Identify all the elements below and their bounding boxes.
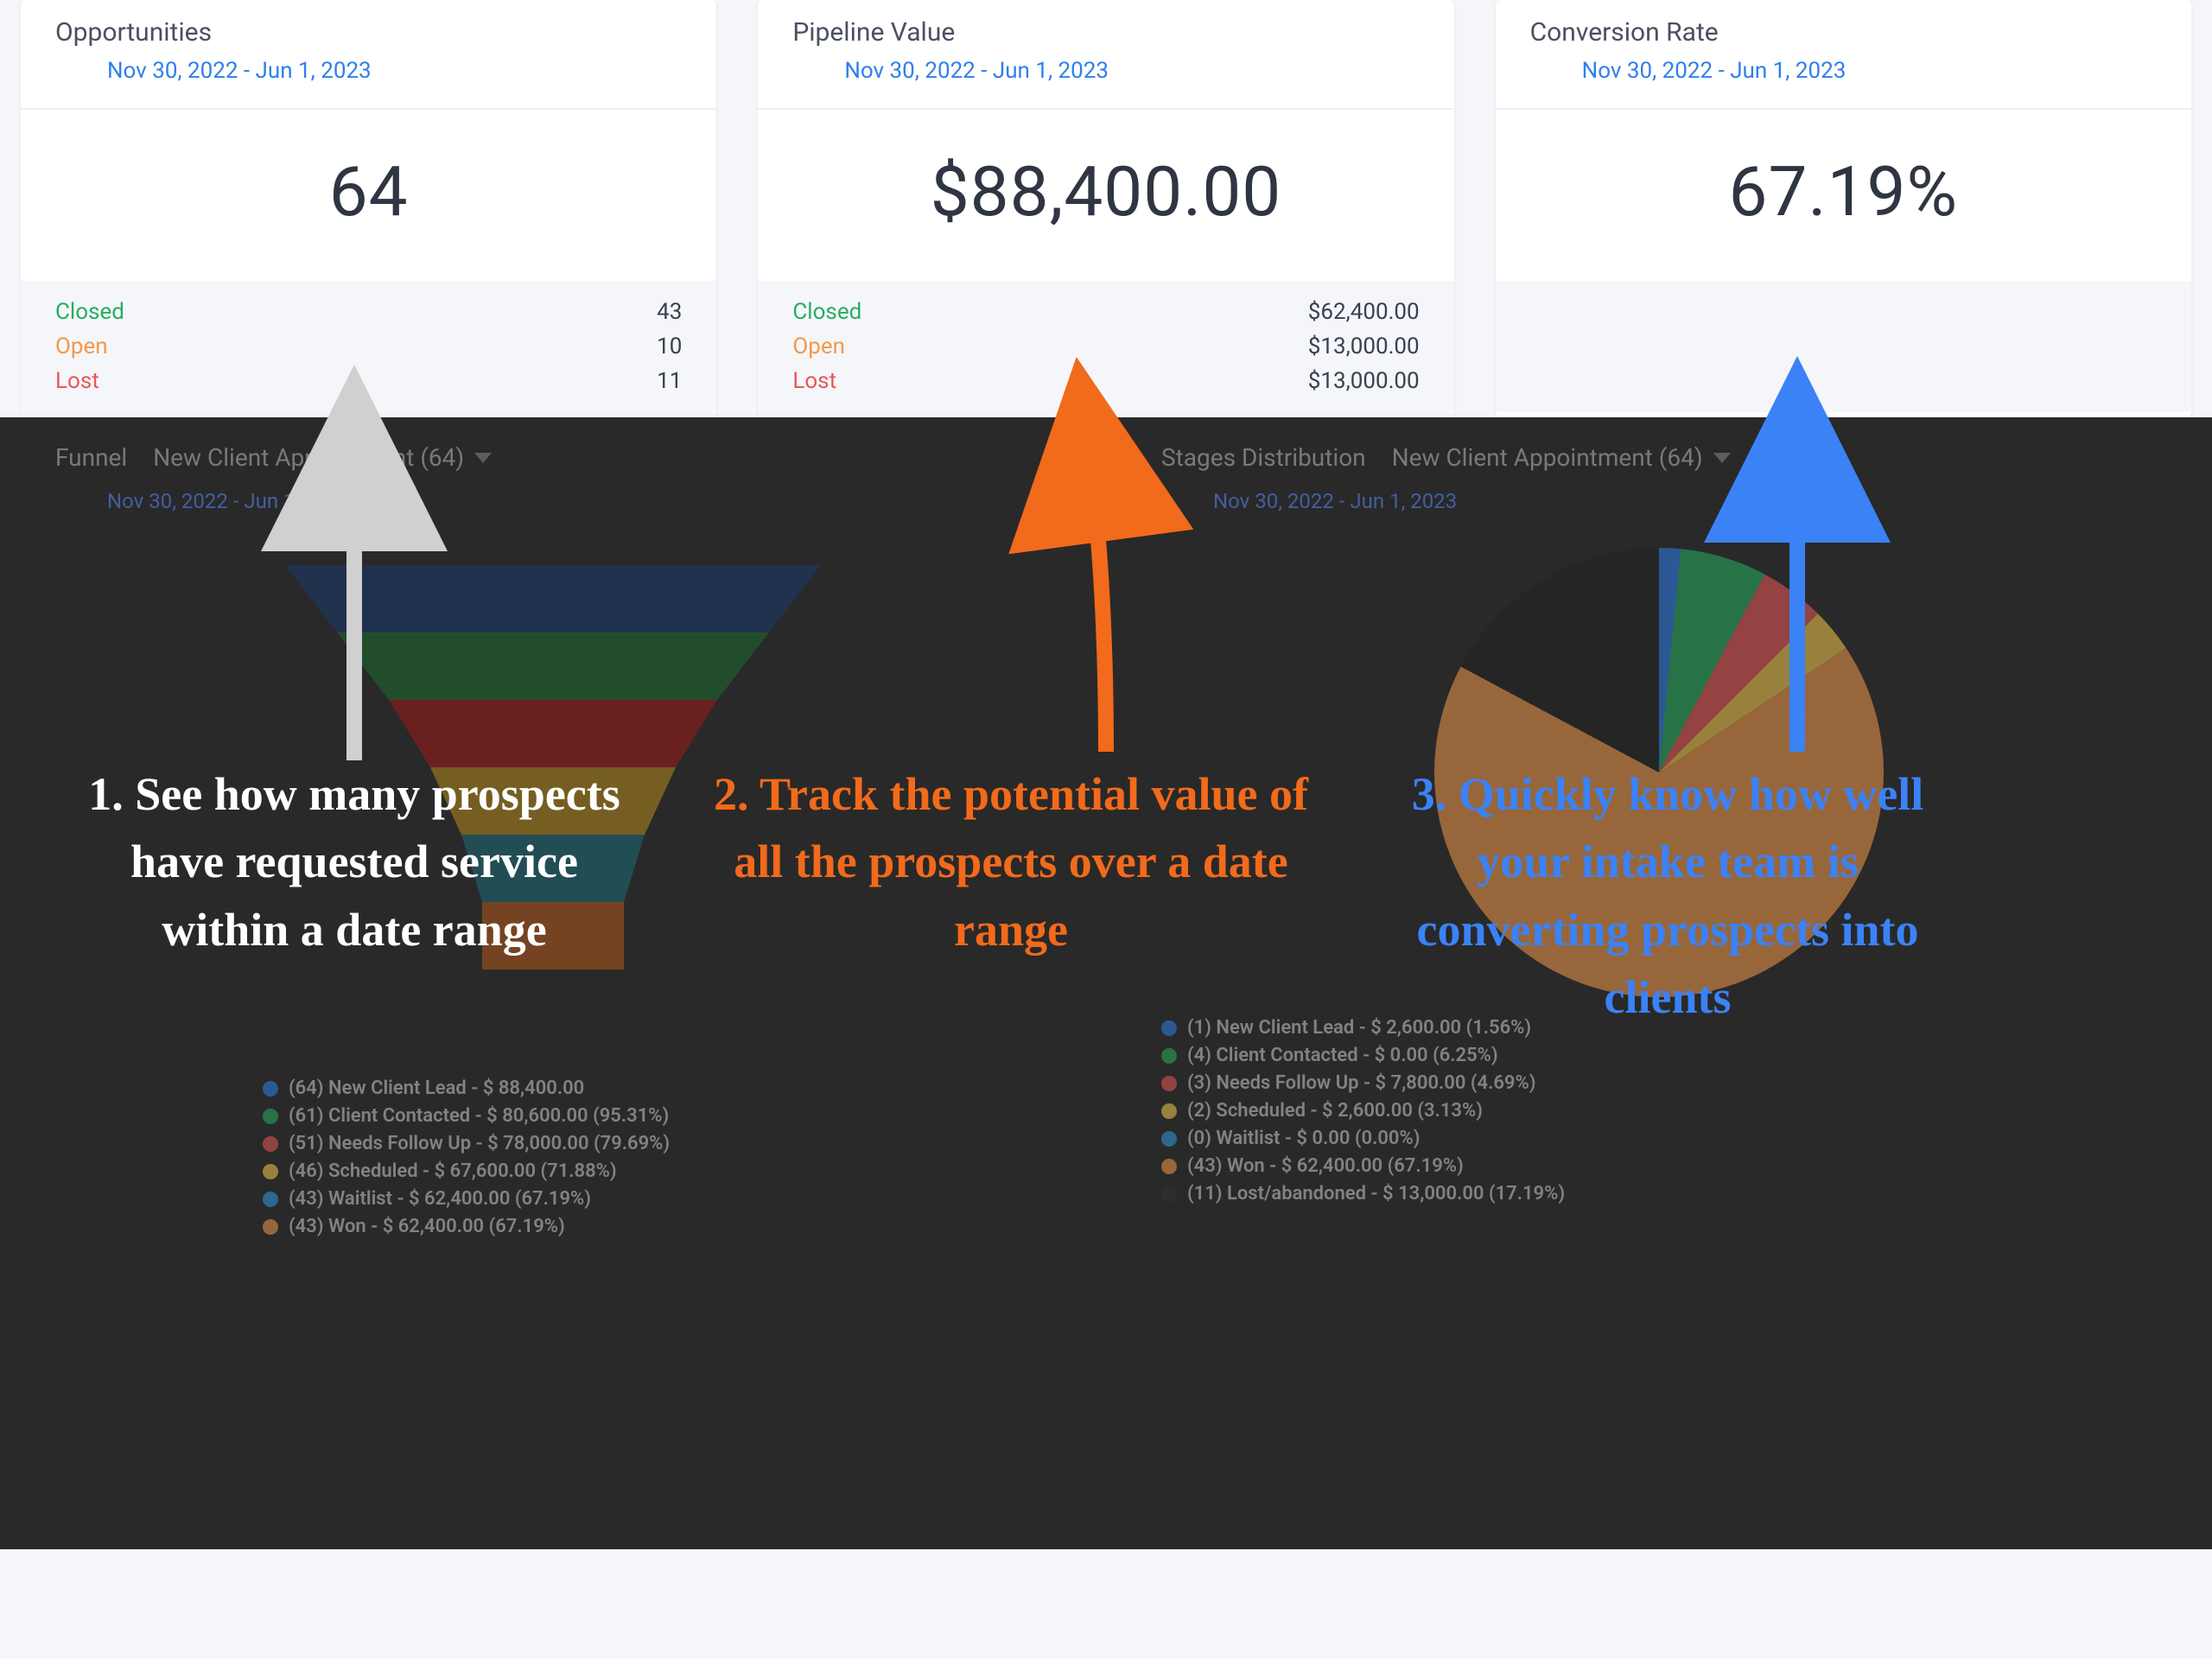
opportunities-breakdown: Closed 43 Open 10 Lost 11 xyxy=(21,281,716,417)
legend-item: (43) Waitlist - $ 62,400.00 (67.19%) xyxy=(289,1185,591,1213)
legend-item: (43) Won - $ 62,400.00 (67.19%) xyxy=(289,1213,565,1241)
bd-label-closed: Closed xyxy=(55,295,124,329)
callout-2: 2. Track the potential value of all the … xyxy=(700,760,1322,963)
arrow-icon xyxy=(1037,423,1175,769)
legend-item: (0) Waitlist - $ 0.00 (0.00%) xyxy=(1187,1125,1420,1153)
chevron-down-icon xyxy=(1713,453,1731,463)
card-title: Opportunities xyxy=(55,17,682,48)
legend-item: (61) Client Contacted - $ 80,600.00 (95.… xyxy=(289,1103,669,1130)
bd-val-closed: 43 xyxy=(657,295,682,329)
legend-item: (46) Scheduled - $ 67,600.00 (71.88%) xyxy=(289,1158,617,1185)
callout-3: 3. Quickly know how well your intake tea… xyxy=(1365,760,1970,1031)
conversion-value: 67.19% xyxy=(1496,110,2191,281)
date-range-link[interactable]: Nov 30, 2022 - Jun 1, 2023 xyxy=(55,472,1051,513)
bd-val-open: $13,000.00 xyxy=(1308,329,1420,364)
card-title: Conversion Rate xyxy=(1530,17,2157,48)
legend-item: (4) Client Contacted - $ 0.00 (6.25%) xyxy=(1187,1042,1498,1070)
funnel-legend: (64) New Client Lead - $ 88,400.00 (61) … xyxy=(263,1075,1051,1241)
bd-label-open: Open xyxy=(55,329,108,364)
bd-label-open: Open xyxy=(792,329,845,364)
legend-item: (51) Needs Follow Up - $ 78,000.00 (79.6… xyxy=(289,1130,670,1158)
bd-label-closed: Closed xyxy=(792,295,861,329)
date-range-link[interactable]: Nov 30, 2022 - Jun 1, 2023 xyxy=(792,48,1419,99)
pipeline-breakdown: Closed $62,400.00 Open $13,000.00 Lost $13,… xyxy=(758,281,1453,417)
bd-label-lost: Lost xyxy=(792,364,836,398)
arrow-icon xyxy=(1745,423,1884,769)
card-title: Pipeline Value xyxy=(792,17,1419,48)
card-opportunities: Opportunities Nov 30, 2022 - Jun 1, 2023… xyxy=(21,0,716,417)
date-range-link[interactable]: Nov 30, 2022 - Jun 1, 2023 xyxy=(1530,48,2157,99)
legend-item: (2) Scheduled - $ 2,600.00 (3.13%) xyxy=(1187,1097,1483,1125)
date-range-link[interactable]: Nov 30, 2022 - Jun 1, 2023 xyxy=(55,48,682,99)
date-range-link[interactable]: Nov 30, 2022 - Jun 1, 2023 xyxy=(1161,472,2157,513)
callout-1: 1. See how many prospects have requested… xyxy=(69,760,639,963)
card-conversion-rate: Conversion Rate Nov 30, 2022 - Jun 1, 20… xyxy=(1496,0,2191,417)
legend-item: (43) Won - $ 62,400.00 (67.19%) xyxy=(1187,1153,1464,1180)
bd-val-closed: $62,400.00 xyxy=(1308,295,1420,329)
opportunities-value: 64 xyxy=(21,110,716,281)
stages-selector[interactable]: New Client Appointment (64) xyxy=(1392,443,1731,472)
legend-item: (64) New Client Lead - $ 88,400.00 xyxy=(289,1075,584,1103)
bd-label-lost: Lost xyxy=(55,364,99,398)
stages-selector-label: New Client Appointment (64) xyxy=(1392,443,1703,472)
chevron-down-icon xyxy=(474,453,492,463)
arrow-icon xyxy=(302,432,441,778)
funnel-title: Funnel xyxy=(55,443,127,472)
stat-cards-row: Opportunities Nov 30, 2022 - Jun 1, 2023… xyxy=(0,0,2212,417)
stages-title: Stages Distribution xyxy=(1161,443,1366,472)
bd-val-lost: 11 xyxy=(657,364,682,398)
bd-val-open: 10 xyxy=(657,329,682,364)
pipeline-value: $88,400.00 xyxy=(758,110,1453,281)
bd-val-lost: $13,000.00 xyxy=(1308,364,1420,398)
card-pipeline-value: Pipeline Value Nov 30, 2022 - Jun 1, 202… xyxy=(758,0,1453,417)
legend-item: (3) Needs Follow Up - $ 7,800.00 (4.69%) xyxy=(1187,1070,1535,1097)
stages-legend: (1) New Client Lead - $ 2,600.00 (1.56%)… xyxy=(1161,1014,2157,1208)
legend-item: (11) Lost/abandoned - $ 13,000.00 (17.19… xyxy=(1187,1180,1565,1208)
